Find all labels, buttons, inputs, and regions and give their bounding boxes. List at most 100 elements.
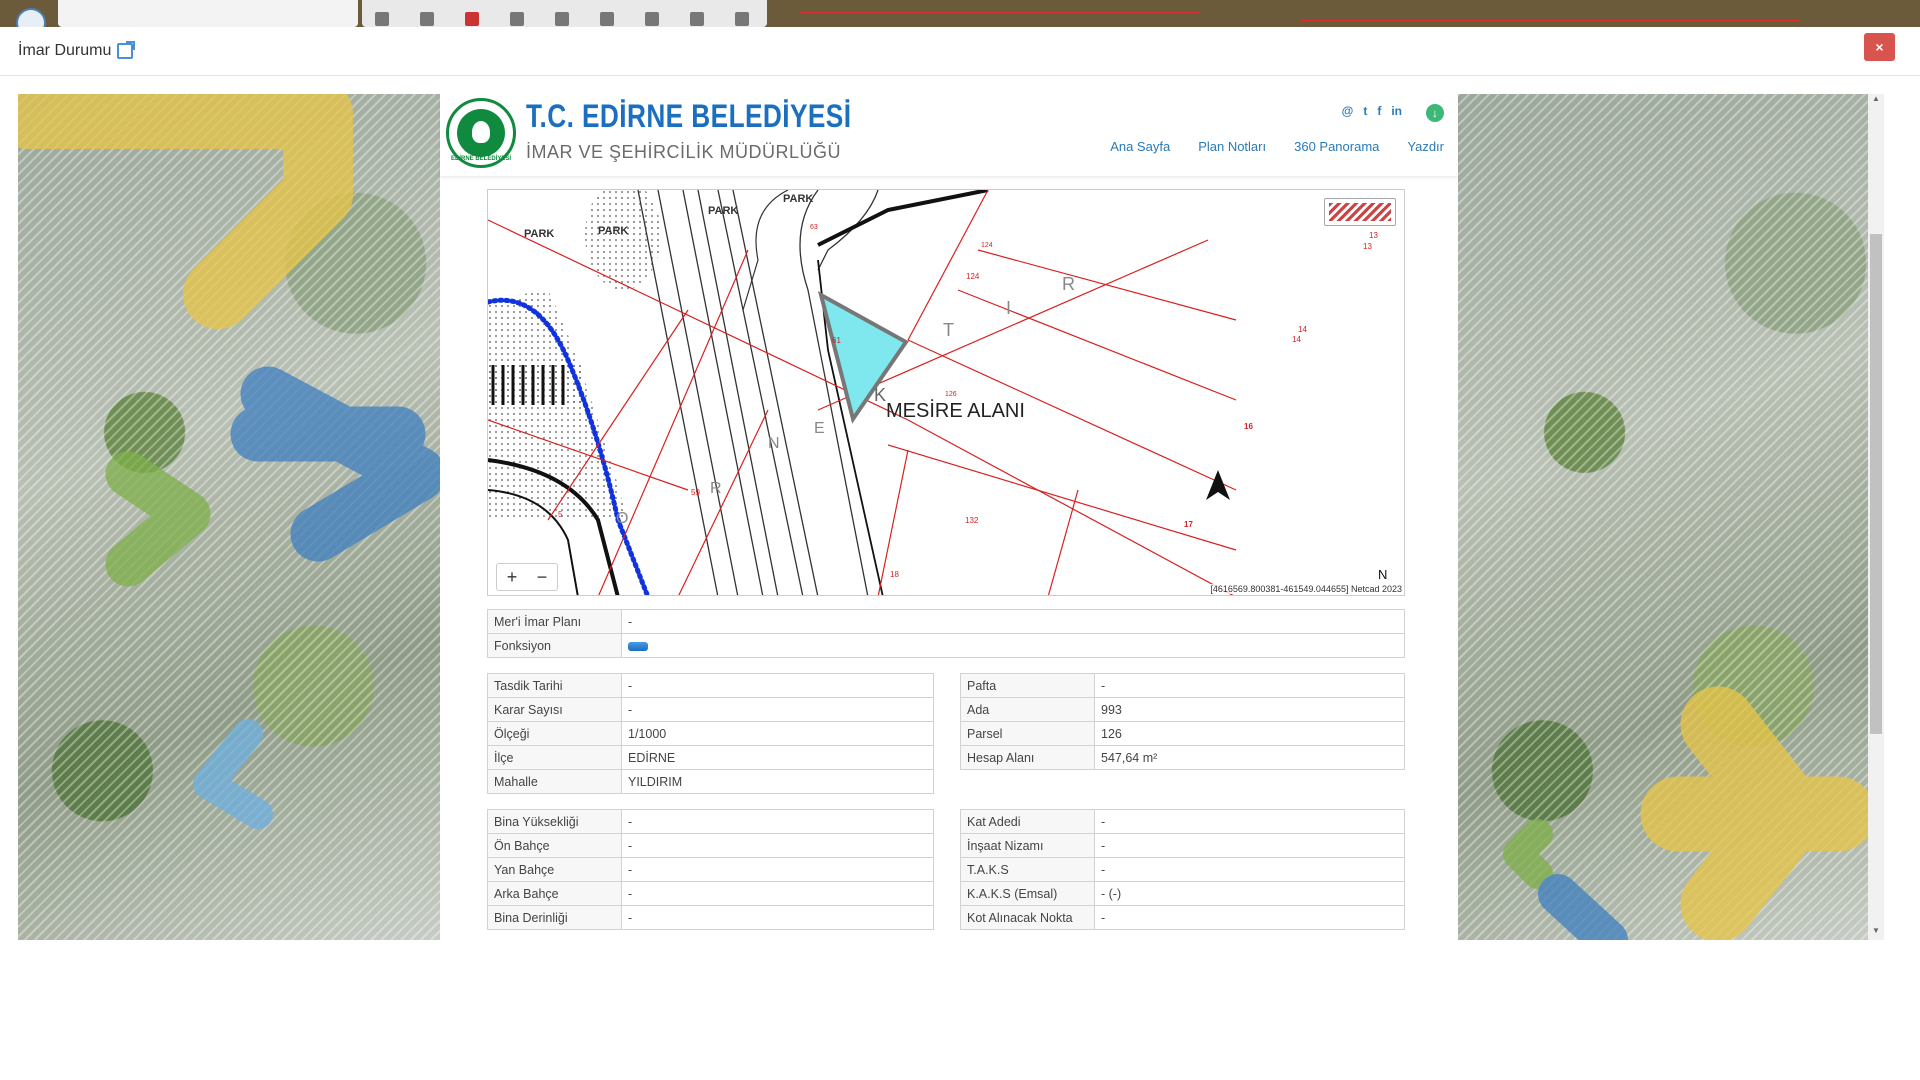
table-key: Arka Bahçe bbox=[487, 881, 622, 906]
table-value: YILDIRIM bbox=[621, 769, 934, 794]
table-key: Parsel bbox=[960, 721, 1095, 746]
background-parcel-line bbox=[800, 12, 1200, 13]
table-value: - bbox=[1094, 833, 1405, 858]
table-row: İlçe EDİRNE bbox=[487, 745, 934, 770]
zoom-out-button[interactable]: − bbox=[527, 564, 557, 590]
table-row: Karar Sayısı - bbox=[487, 697, 934, 722]
north-arrow-label: N bbox=[1378, 567, 1388, 582]
nav-panorama[interactable]: 360 Panorama bbox=[1294, 139, 1379, 154]
table-row: Fonksiyon bbox=[487, 633, 1405, 658]
parcel-number: 132 bbox=[965, 516, 979, 525]
background-tool-icon bbox=[600, 12, 614, 26]
table-value: - bbox=[621, 905, 934, 930]
linkedin-icon[interactable]: in bbox=[1391, 104, 1402, 118]
nav-plan-notes[interactable]: Plan Notları bbox=[1198, 139, 1266, 154]
table-value: 126 bbox=[1094, 721, 1405, 746]
table-row: Kot Alınacak Nokta - bbox=[960, 905, 1405, 930]
scroll-up-icon[interactable]: ▲ bbox=[1868, 94, 1884, 108]
table-value bbox=[621, 633, 1405, 658]
table-value: - bbox=[621, 673, 934, 698]
table-value: - (-) bbox=[1094, 881, 1405, 906]
table-row: Tasdik Tarihi - bbox=[487, 673, 934, 698]
table-value: - bbox=[1094, 673, 1405, 698]
function-color-swatch bbox=[628, 641, 648, 651]
table-row: Ön Bahçe - bbox=[487, 833, 934, 858]
open-external-icon[interactable] bbox=[117, 41, 136, 59]
zoning-map[interactable]: PARK PARK PARK PARK MESİRE ALANI T I R O… bbox=[487, 189, 1405, 596]
close-button[interactable]: × bbox=[1864, 33, 1895, 61]
zoom-in-button[interactable]: + bbox=[497, 564, 527, 590]
scroll-down-icon[interactable]: ▼ bbox=[1868, 926, 1884, 940]
facebook-icon[interactable]: f bbox=[1377, 104, 1381, 118]
map-label-park: PARK bbox=[524, 228, 555, 240]
table-key: Tasdik Tarihi bbox=[487, 673, 622, 698]
background-tool-icon bbox=[465, 12, 479, 26]
table-value: 547,64 m² bbox=[1094, 745, 1405, 770]
table-value: - bbox=[621, 609, 1405, 634]
social-links: @ t f in bbox=[1342, 104, 1402, 118]
table-key: Ölçeği bbox=[487, 721, 622, 746]
frame-scrollbar[interactable]: ▲ ▼ bbox=[1868, 94, 1884, 940]
nav-home[interactable]: Ana Sayfa bbox=[1110, 139, 1170, 154]
parcel-number: 16 bbox=[1244, 422, 1253, 431]
background-tool-icon bbox=[375, 12, 389, 26]
modal-title: İmar Durumu bbox=[18, 41, 136, 60]
parcel-number: 14 bbox=[1292, 335, 1301, 344]
zoning-report-frame: EDİRNE BELEDİYESİ T.C. EDİRNE BELEDİYESİ… bbox=[18, 94, 1880, 940]
table-key: K.A.K.S (Emsal) bbox=[960, 881, 1095, 906]
parcel-number: 59 bbox=[691, 488, 700, 497]
background-tool-icon bbox=[510, 12, 524, 26]
map-letter: R bbox=[710, 480, 722, 497]
table-key: Mahalle bbox=[487, 769, 622, 794]
table-value: - bbox=[621, 857, 934, 882]
parcel-number: 61 bbox=[832, 336, 841, 345]
table-value: - bbox=[621, 697, 934, 722]
download-icon[interactable]: ↓ bbox=[1426, 104, 1444, 122]
twitter-icon[interactable]: t bbox=[1363, 104, 1367, 118]
table-value: 1/1000 bbox=[621, 721, 934, 746]
background-parcel-line bbox=[1300, 20, 1800, 21]
scroll-thumb[interactable] bbox=[1870, 234, 1882, 734]
background-map-app bbox=[0, 0, 1920, 27]
table-key: T.A.K.S bbox=[960, 857, 1095, 882]
table-row: Kat Adedi - bbox=[960, 809, 1405, 834]
table-key: Ada bbox=[960, 697, 1095, 722]
layer-switch-button[interactable] bbox=[1324, 198, 1396, 226]
building-info-table-right: Kat Adedi - İnşaat Nizamı - T.A.K.S - K.A.K… bbox=[960, 809, 1405, 930]
table-key: Fonksiyon bbox=[487, 633, 622, 658]
parcel-number: 14 bbox=[1298, 325, 1307, 334]
left-decor-arrows bbox=[18, 94, 440, 829]
table-row: Mer'i İmar Planı - bbox=[487, 609, 1405, 634]
map-letter: K bbox=[874, 385, 887, 405]
parcel-number: 126 bbox=[945, 391, 957, 398]
table-value: - bbox=[1094, 857, 1405, 882]
background-tool-icon bbox=[555, 12, 569, 26]
site-header: EDİRNE BELEDİYESİ T.C. EDİRNE BELEDİYESİ… bbox=[440, 94, 1458, 176]
table-value: - bbox=[621, 881, 934, 906]
parcel-number: 5 bbox=[558, 510, 563, 519]
table-row: Mahalle YILDIRIM bbox=[487, 769, 934, 794]
table-row: Parsel 126 bbox=[960, 721, 1405, 746]
building-info-table-left: Bina Yüksekliği - Ön Bahçe - Yan Bahçe - Ar… bbox=[487, 809, 934, 930]
map-letter: R bbox=[1062, 274, 1075, 294]
map-label-park: PARK bbox=[708, 205, 739, 217]
approval-info-table: Tasdik Tarihi - Karar Sayısı - Ölçeği 1/100… bbox=[487, 673, 934, 794]
table-key: Mer'i İmar Planı bbox=[487, 609, 622, 634]
table-value: EDİRNE bbox=[621, 745, 934, 770]
table-key: Pafta bbox=[960, 673, 1095, 698]
nav-print[interactable]: Yazdır bbox=[1407, 139, 1444, 154]
table-key: İlçe bbox=[487, 745, 622, 770]
map-label-mesire: MESİRE ALANI bbox=[886, 400, 1025, 422]
logo-text: EDİRNE BELEDİYESİ bbox=[450, 156, 511, 162]
table-row: Ölçeği 1/1000 bbox=[487, 721, 934, 746]
map-coordinates: [4616569.800381-461549.044655] Netcad 20… bbox=[1210, 584, 1402, 594]
email-icon[interactable]: @ bbox=[1342, 104, 1354, 118]
zoom-control: + − bbox=[496, 563, 558, 591]
table-key: Yan Bahçe bbox=[487, 857, 622, 882]
table-value: - bbox=[1094, 809, 1405, 834]
table-value: - bbox=[621, 833, 934, 858]
right-aerial-panel bbox=[1458, 94, 1880, 940]
org-title: T.C. EDİRNE BELEDİYESİ bbox=[526, 98, 852, 134]
report-page: EDİRNE BELEDİYESİ T.C. EDİRNE BELEDİYESİ… bbox=[440, 94, 1458, 940]
background-app-logo-icon bbox=[16, 8, 46, 27]
